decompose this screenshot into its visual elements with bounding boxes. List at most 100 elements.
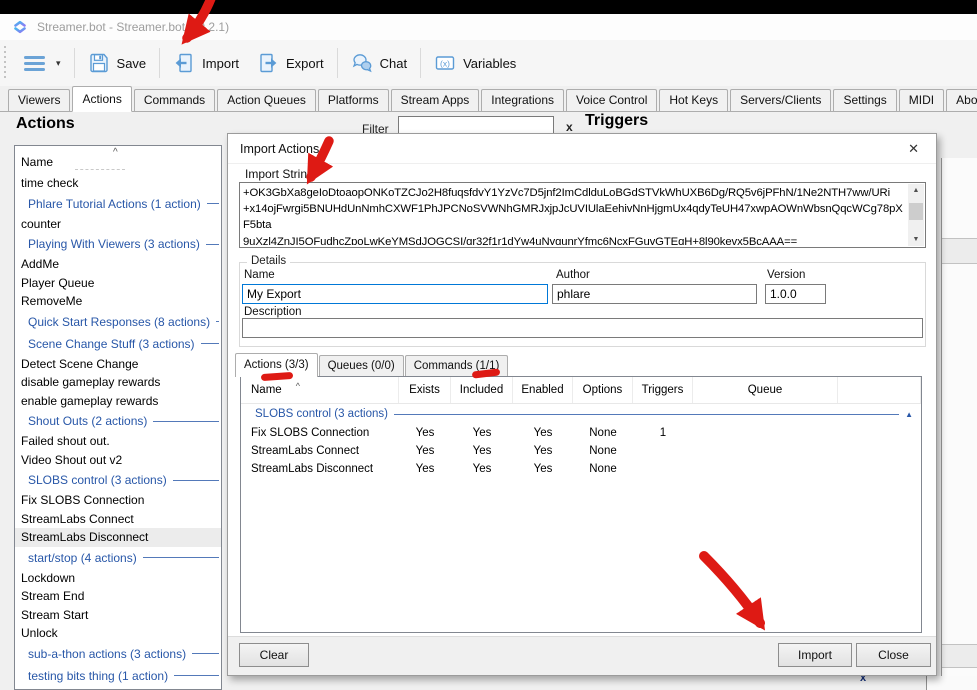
- cell-exists: Yes: [399, 442, 451, 460]
- action-item-fix-slobs-connection[interactable]: Fix SLOBS Connection: [15, 491, 221, 510]
- action-item-removeme[interactable]: RemoveMe: [15, 292, 221, 311]
- action-group-label: sub-a-thon actions (3 actions): [28, 647, 192, 661]
- tab-hot-keys[interactable]: Hot Keys: [659, 89, 728, 111]
- action-item-lockdown[interactable]: Lockdown: [15, 569, 221, 588]
- column-header-exists[interactable]: Exists: [399, 377, 451, 403]
- action-item-counter[interactable]: counter: [15, 215, 221, 234]
- tab-actions[interactable]: Actions: [72, 86, 131, 112]
- close-icon[interactable]: ✕: [903, 140, 924, 158]
- action-item-streamlabs-connect[interactable]: StreamLabs Connect: [15, 510, 221, 529]
- group-line: [206, 244, 219, 245]
- action-group-playing-with-viewers-3-actions[interactable]: Playing With Viewers (3 actions): [15, 233, 221, 255]
- action-item-failed-shout-out[interactable]: Failed shout out.: [15, 432, 221, 451]
- action-item-player-queue[interactable]: Player Queue: [15, 274, 221, 293]
- import-button-label: Import: [202, 56, 239, 71]
- action-group-quick-start-responses-8-actions[interactable]: Quick Start Responses (8 actions): [15, 311, 221, 333]
- table-row-streamlabs-disconnect[interactable]: StreamLabs DisconnectYesYesYesNone: [241, 460, 921, 478]
- action-item-time-check[interactable]: time check: [15, 174, 221, 193]
- cell-spacer: [838, 460, 921, 478]
- import-button[interactable]: Import: [164, 46, 248, 80]
- filter-clear-button[interactable]: x: [566, 120, 573, 134]
- chat-bubbles-icon: [351, 52, 373, 74]
- import-confirm-button[interactable]: Import: [778, 643, 852, 667]
- tab-action-queues[interactable]: Action Queues: [217, 89, 316, 111]
- action-group-slobs-control-3-actions[interactable]: SLOBS control (3 actions): [15, 469, 221, 491]
- titlebar: Streamer.bot - Streamer.bot (v0.2.1): [0, 14, 977, 40]
- name-column-header[interactable]: Name: [21, 155, 53, 169]
- tab-settings[interactable]: Settings: [833, 89, 896, 111]
- tab-platforms[interactable]: Platforms: [318, 89, 389, 111]
- tab-stream-apps[interactable]: Stream Apps: [391, 89, 480, 111]
- tab-servers-clients[interactable]: Servers/Clients: [730, 89, 831, 111]
- group-line: [153, 421, 219, 422]
- name-label: Name: [244, 269, 275, 281]
- tab-about[interactable]: About: [946, 89, 977, 111]
- toolbar-grip[interactable]: [3, 46, 7, 80]
- author-label: Author: [556, 269, 590, 281]
- description-label: Description: [244, 306, 302, 318]
- table-group-label: SLOBS control (3 actions): [255, 408, 388, 420]
- table-row-fix-slobs-connection[interactable]: Fix SLOBS ConnectionYesYesYesNone1: [241, 424, 921, 442]
- tab-viewers[interactable]: Viewers: [8, 89, 70, 111]
- table-group-row[interactable]: SLOBS control (3 actions) ▲: [241, 404, 921, 424]
- actions-list-header[interactable]: Name ^: [15, 146, 221, 174]
- action-item-enable-gameplay-rewards[interactable]: enable gameplay rewards: [15, 392, 221, 411]
- tab-voice-control[interactable]: Voice Control: [566, 89, 657, 111]
- save-button[interactable]: Save: [79, 46, 156, 80]
- toolbar-separator: [74, 48, 75, 78]
- action-group-start-stop-4-actions[interactable]: start/stop (4 actions): [15, 547, 221, 569]
- cell-options: None: [573, 460, 633, 478]
- tab-commands[interactable]: Commands: [134, 89, 215, 111]
- close-button[interactable]: Close: [856, 643, 931, 667]
- toolbar-separator: [337, 48, 338, 78]
- name-field[interactable]: [242, 284, 548, 304]
- tab-midi[interactable]: MIDI: [899, 89, 944, 111]
- export-button[interactable]: Export: [248, 46, 333, 80]
- dialog-tabstrip: Actions (3/3)Queues (0/0)Commands (1/1): [235, 353, 509, 376]
- scrollbar[interactable]: ▲ ▼: [908, 184, 924, 246]
- action-item-stream-end[interactable]: Stream End: [15, 587, 221, 606]
- chat-button[interactable]: Chat: [342, 46, 416, 80]
- collapse-group-icon[interactable]: ▲: [905, 410, 921, 419]
- dialog-tab-actions-3-3[interactable]: Actions (3/3): [235, 353, 318, 377]
- main-menu-button[interactable]: ▾: [15, 50, 70, 77]
- toolbar-separator: [159, 48, 160, 78]
- scrollbar-thumb[interactable]: [909, 203, 923, 220]
- import-page-icon: [173, 52, 195, 74]
- action-group-testing-bits-thing-1-action[interactable]: testing bits thing (1 action): [15, 665, 221, 687]
- action-item-unlock[interactable]: Unlock: [15, 624, 221, 643]
- action-item-disable-gameplay-rewards[interactable]: disable gameplay rewards: [15, 373, 221, 392]
- variables-button[interactable]: (x) Variables: [425, 46, 525, 80]
- clear-button[interactable]: Clear: [239, 643, 309, 667]
- column-header-triggers[interactable]: Triggers: [633, 377, 693, 403]
- action-item-detect-scene-change[interactable]: Detect Scene Change: [15, 355, 221, 374]
- cell-queue: [693, 424, 838, 442]
- import-string-textarea[interactable]: +OK3GbXa8geIoDtoaopONKoTZCJo2H8fuqsfdvY1…: [239, 182, 926, 248]
- action-item-addme[interactable]: AddMe: [15, 255, 221, 274]
- tab-integrations[interactable]: Integrations: [481, 89, 564, 111]
- column-header-name[interactable]: Name^: [241, 377, 399, 403]
- action-group-scene-change-stuff-3-actions[interactable]: Scene Change Stuff (3 actions): [15, 333, 221, 355]
- table-row-streamlabs-connect[interactable]: StreamLabs ConnectYesYesYesNone: [241, 442, 921, 460]
- description-field[interactable]: [242, 318, 923, 338]
- action-group-phlare-tutorial-actions-1-action[interactable]: Phlare Tutorial Actions (1 action): [15, 193, 221, 215]
- action-group-shout-outs-2-actions[interactable]: Shout Outs (2 actions): [15, 410, 221, 432]
- action-item-stream-start[interactable]: Stream Start: [15, 606, 221, 625]
- column-header-enabled[interactable]: Enabled: [513, 377, 573, 403]
- column-header-queue[interactable]: Queue: [693, 377, 838, 403]
- triggers-panel-band: [942, 238, 977, 264]
- action-item-video-shout-out-v2[interactable]: Video Shout out v2: [15, 451, 221, 470]
- scroll-up-icon[interactable]: ▲: [908, 187, 924, 194]
- action-group-sub-a-thon-actions-3-actions[interactable]: sub-a-thon actions (3 actions): [15, 643, 221, 665]
- column-header-included[interactable]: Included: [451, 377, 513, 403]
- version-field[interactable]: [765, 284, 826, 304]
- dialog-tab-commands-1-1[interactable]: Commands (1/1): [405, 355, 509, 376]
- cell-options: None: [573, 442, 633, 460]
- dialog-tab-queues-0-0[interactable]: Queues (0/0): [319, 355, 404, 376]
- cell-spacer: [838, 442, 921, 460]
- author-field[interactable]: [552, 284, 757, 304]
- column-header-spacer: [838, 377, 921, 403]
- column-header-options[interactable]: Options: [573, 377, 633, 403]
- action-item-streamlabs-disconnect[interactable]: StreamLabs Disconnect: [15, 528, 221, 547]
- scroll-down-icon[interactable]: ▼: [908, 236, 924, 243]
